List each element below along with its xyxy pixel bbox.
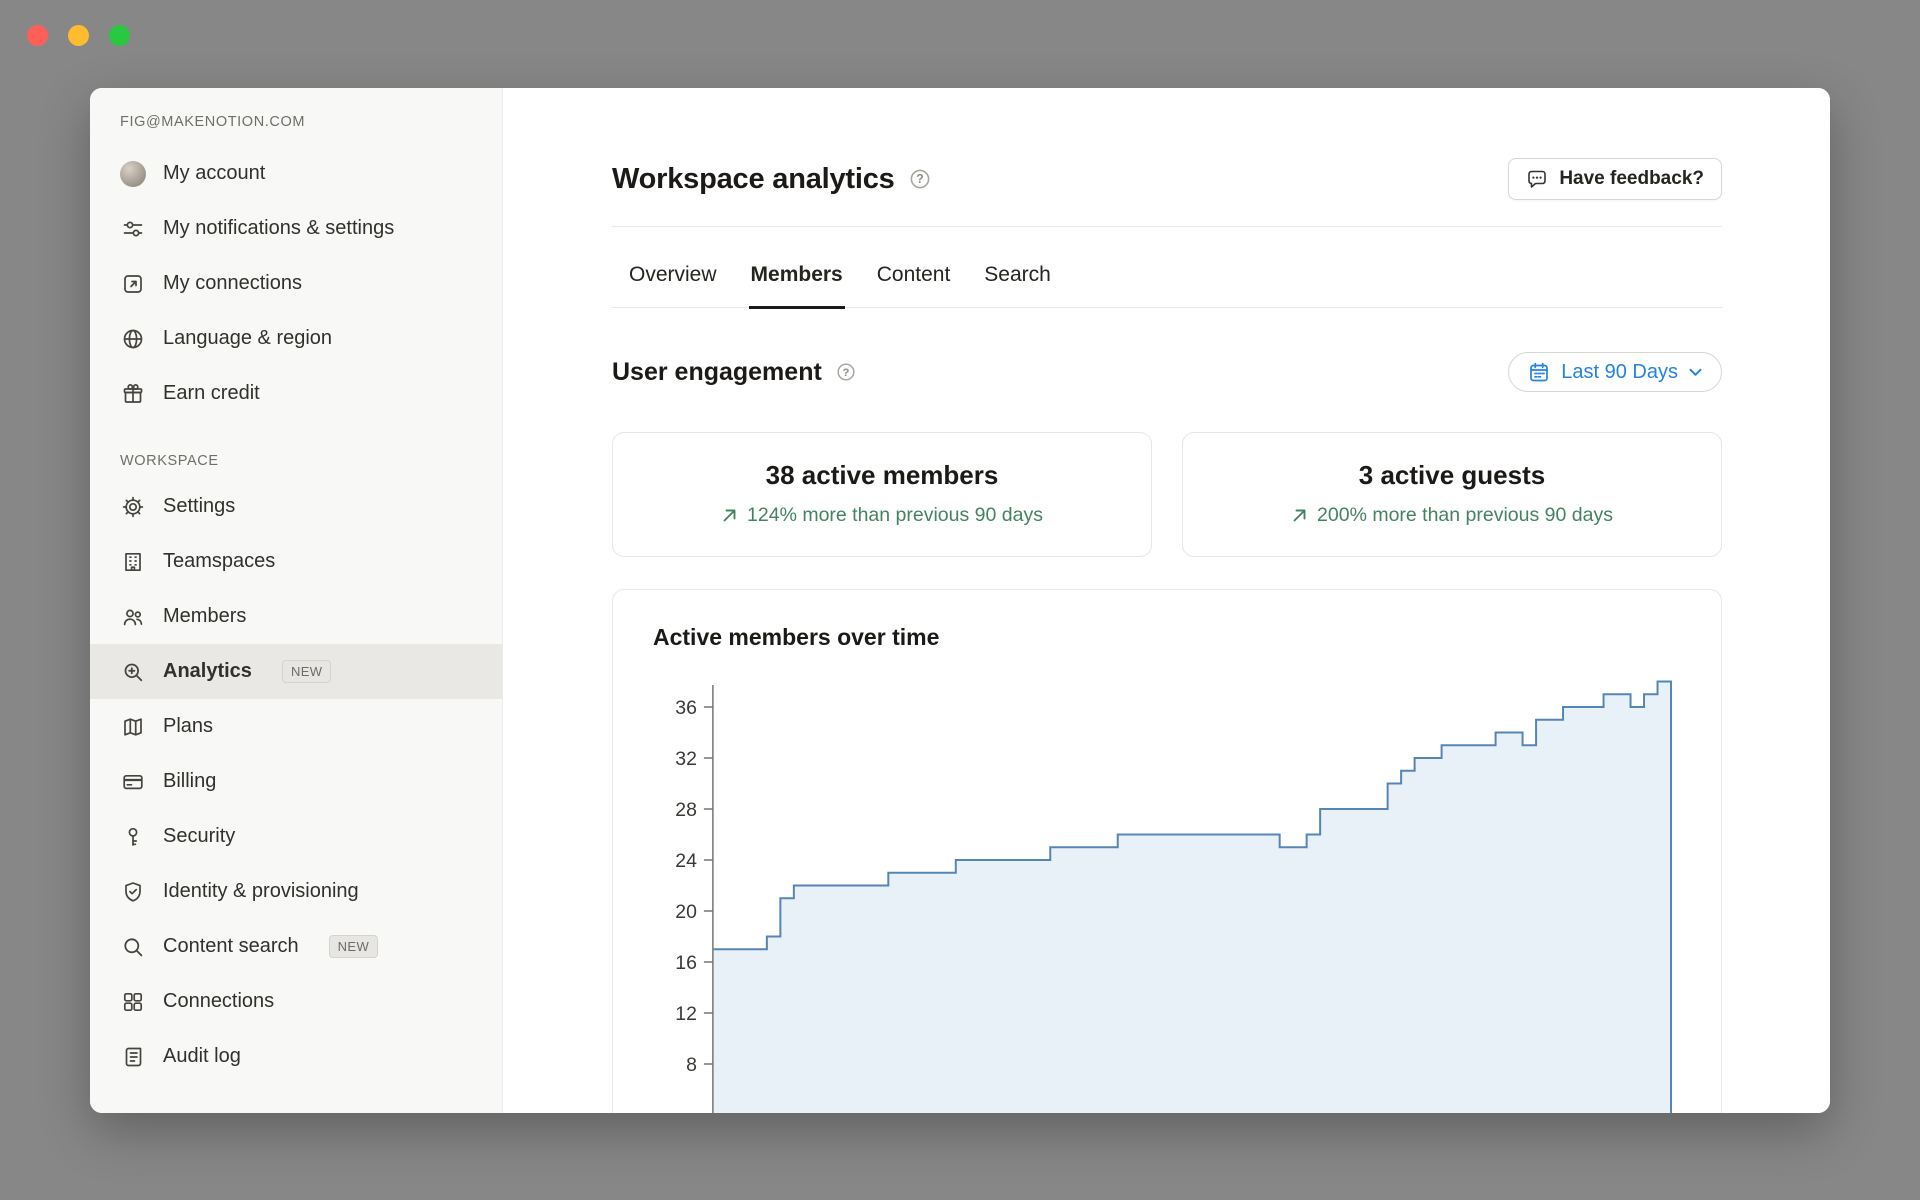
svg-text:8: 8	[686, 1054, 697, 1076]
account-avatar	[120, 161, 146, 187]
active-guests-value: 3 active guests	[1195, 460, 1709, 491]
sidebar-item-analytics[interactable]: Analytics NEW	[90, 644, 502, 699]
scroll-icon	[120, 1044, 146, 1070]
have-feedback-button[interactable]: Have feedback?	[1508, 158, 1722, 200]
close-window-button[interactable]	[27, 25, 48, 46]
sidebar-item-connections[interactable]: Connections	[90, 974, 502, 1029]
gear-icon	[120, 494, 146, 520]
sidebar-item-billing[interactable]: Billing	[90, 754, 502, 809]
map-icon	[120, 714, 146, 740]
svg-text:36: 36	[675, 697, 697, 719]
svg-text:20: 20	[675, 901, 697, 923]
svg-text:?: ?	[842, 367, 849, 379]
analytics-main-panel: Workspace analytics ?	[503, 88, 1830, 1113]
people-icon	[120, 604, 146, 630]
active-members-stat-card: 38 active members 124% more than previou…	[612, 432, 1152, 557]
tab-content[interactable]: Content	[875, 263, 953, 309]
sidebar-item-teamspaces[interactable]: Teamspaces	[90, 534, 502, 589]
new-badge: NEW	[329, 935, 379, 959]
globe-icon	[120, 326, 146, 352]
active-members-value: 38 active members	[625, 460, 1139, 491]
svg-text:28: 28	[675, 799, 697, 821]
shield-check-icon	[120, 879, 146, 905]
svg-text:16: 16	[675, 952, 697, 974]
zoom-window-button[interactable]	[109, 25, 130, 46]
sidebar-item-security[interactable]: Security	[90, 809, 502, 864]
chevron-down-icon	[1689, 368, 1702, 377]
tab-members[interactable]: Members	[749, 263, 845, 309]
sidebar-item-settings[interactable]: Settings	[90, 479, 502, 534]
user-engagement-heading: User engagement	[612, 358, 822, 387]
tab-overview[interactable]: Overview	[627, 263, 719, 309]
calendar-icon	[1528, 361, 1550, 383]
magnifier-plus-icon	[120, 659, 146, 685]
date-range-selector[interactable]: Last 90 Days	[1508, 352, 1722, 392]
trend-up-icon	[721, 507, 738, 524]
key-icon	[120, 824, 146, 850]
chat-bubble-icon	[1526, 168, 1548, 190]
active-guests-stat-card: 3 active guests 200% more than previous …	[1182, 432, 1722, 557]
svg-text:?: ?	[916, 172, 924, 186]
settings-window: FIG@MAKENOTION.COM My account My notific…	[90, 88, 1830, 1113]
workspace-section-heading: WORKSPACE	[120, 453, 472, 469]
grid-icon	[120, 989, 146, 1015]
new-badge: NEW	[282, 660, 332, 684]
members-chart: 36 32 28 24 20 16 12 8	[653, 677, 1681, 1113]
chart-title: Active members over time	[653, 624, 1681, 651]
window-controls	[27, 25, 130, 46]
credit-card-icon	[120, 769, 146, 795]
sidebar-item-identity-provisioning[interactable]: Identity & provisioning	[90, 864, 502, 919]
sidebar-item-content-search[interactable]: Content search NEW	[90, 919, 502, 974]
sidebar-item-my-account[interactable]: My account	[90, 146, 502, 201]
svg-text:24: 24	[675, 850, 697, 872]
sidebar-item-members[interactable]: Members	[90, 589, 502, 644]
svg-text:12: 12	[675, 1003, 697, 1025]
sidebar-item-plans[interactable]: Plans	[90, 699, 502, 754]
minimize-window-button[interactable]	[68, 25, 89, 46]
magnifier-icon	[120, 934, 146, 960]
help-icon[interactable]: ?	[909, 168, 931, 190]
active-guests-delta: 200% more than previous 90 days	[1195, 504, 1709, 527]
settings-sidebar: FIG@MAKENOTION.COM My account My notific…	[90, 88, 503, 1113]
gift-icon	[120, 381, 146, 407]
active-members-chart-card: Active members over time 36 32 28 24 20 16 12 8	[612, 589, 1722, 1113]
account-email: FIG@MAKENOTION.COM	[120, 114, 472, 130]
arrow-out-box-icon	[120, 271, 146, 297]
help-icon[interactable]: ?	[836, 362, 856, 382]
tab-search[interactable]: Search	[982, 263, 1053, 309]
page-title: Workspace analytics	[612, 163, 895, 196]
svg-text:32: 32	[675, 748, 697, 770]
sidebar-item-my-connections[interactable]: My connections	[90, 256, 502, 311]
sidebar-item-earn-credit[interactable]: Earn credit	[90, 366, 502, 421]
sidebar-item-audit-log[interactable]: Audit log	[90, 1029, 502, 1084]
active-members-delta: 124% more than previous 90 days	[625, 504, 1139, 527]
building-icon	[120, 549, 146, 575]
analytics-tabs: Overview Members Content Search	[612, 227, 1722, 308]
sidebar-item-my-notifications-settings[interactable]: My notifications & settings	[90, 201, 502, 256]
sidebar-item-language-region[interactable]: Language & region	[90, 311, 502, 366]
trend-up-icon	[1291, 507, 1308, 524]
sliders-icon	[120, 216, 146, 242]
